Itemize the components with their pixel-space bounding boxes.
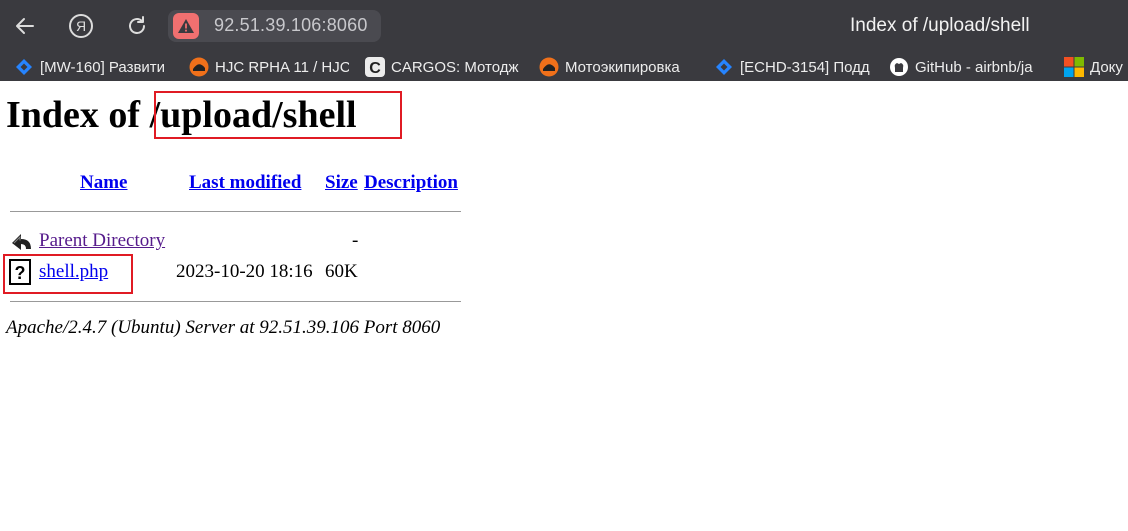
bookmark-label: [MW-160] Развити (40, 58, 166, 76)
bookmark-item[interactable]: HJC RPHA 11 / HJC (189, 56, 349, 78)
reload-button[interactable] (122, 11, 152, 41)
browser-toolbar: Я 92.51.39.106:8060 Index of /upload/she… (0, 0, 1128, 52)
bookmark-label: Мотоэкипировка (565, 58, 680, 76)
svg-text:Я: Я (76, 18, 86, 34)
bookmark-label: Доку (1090, 58, 1123, 76)
bookmarks-bar: [MW-160] Развити HJC RPHA 11 / HJC C CAR… (0, 52, 1128, 81)
column-header-name[interactable]: Name (80, 172, 127, 194)
shell-php-modified: 2023-10-20 18:16 (176, 261, 313, 282)
bookmark-label: [ECHD-3154] Подд (740, 58, 870, 76)
microsoft-icon (1064, 57, 1084, 77)
moto-helmet-icon (189, 57, 209, 77)
highlight-box-path (154, 91, 402, 139)
bookmark-item[interactable]: GitHub - airbnb/ja (889, 56, 1049, 78)
cargos-c-icon: C (365, 57, 385, 77)
column-header-last-modified[interactable]: Last modified (189, 172, 301, 194)
bookmark-item[interactable]: [ECHD-3154] Подд (714, 56, 874, 78)
back-button[interactable] (10, 11, 40, 41)
page-content: Index of /upload/shell Name Last modifie… (0, 81, 1128, 531)
reload-icon (129, 16, 145, 34)
url-text[interactable]: 92.51.39.106:8060 (214, 15, 368, 36)
divider (10, 211, 461, 212)
bookmark-item[interactable]: Мотоэкипировка (539, 56, 699, 78)
back-arrow-icon (16, 18, 34, 34)
parent-directory-size: - (352, 230, 359, 251)
moto-helmet-icon (539, 57, 559, 77)
highlight-box-file (3, 254, 133, 294)
address-bar[interactable]: 92.51.39.106:8060 (168, 10, 381, 42)
column-header-size[interactable]: Size (325, 172, 358, 194)
column-header-description[interactable]: Description (364, 172, 458, 194)
yandex-button[interactable]: Я (66, 11, 96, 41)
bookmark-item[interactable]: C CARGOS: Мотодж (365, 56, 527, 78)
shell-php-size: 60K (325, 261, 358, 282)
window-title: Index of /upload/shell (850, 15, 1030, 36)
warning-triangle-icon (178, 19, 194, 33)
divider (10, 301, 461, 302)
server-signature: Apache/2.4.7 (Ubuntu) Server at 92.51.39… (6, 317, 441, 338)
jira-diamond-icon (14, 57, 34, 77)
svg-text:C: C (369, 60, 381, 77)
bookmark-item[interactable]: [MW-160] Развити (14, 56, 174, 78)
yandex-icon: Я (69, 14, 93, 38)
browser-chrome: Я 92.51.39.106:8060 Index of /upload/she… (0, 0, 1128, 81)
github-icon (889, 57, 909, 77)
jira-diamond-icon (714, 57, 734, 77)
parent-directory-link[interactable]: Parent Directory (39, 230, 165, 252)
back-arrow-icon (10, 229, 34, 255)
bookmark-label: CARGOS: Мотодж (391, 58, 519, 76)
title-prefix: Index of (6, 94, 150, 136)
bookmark-label: HJC RPHA 11 / HJC (215, 58, 349, 76)
bookmark-label: GitHub - airbnb/ja (915, 58, 1033, 76)
bookmark-item[interactable]: Доку (1064, 56, 1128, 78)
not-secure-warning-icon[interactable] (173, 13, 199, 39)
